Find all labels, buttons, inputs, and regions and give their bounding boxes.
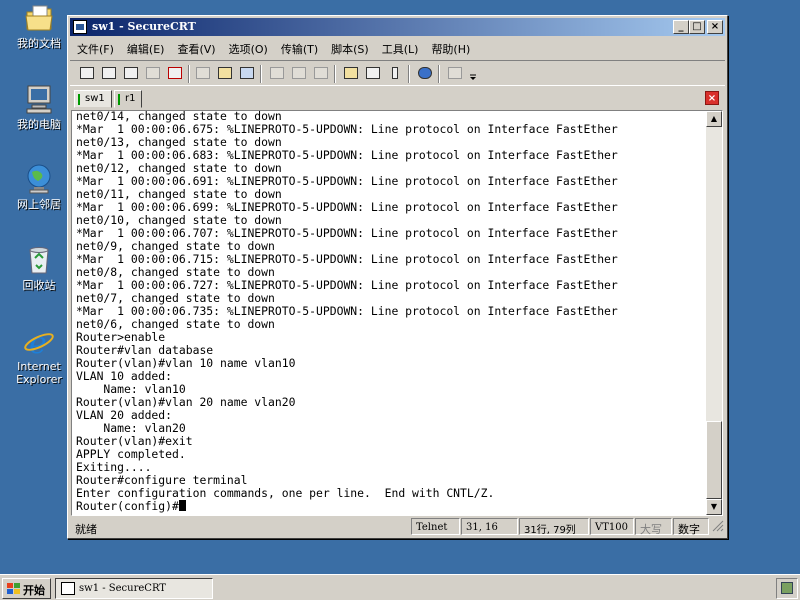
reconnect-icon[interactable] [144, 65, 162, 82]
terminal-line: net0/6, changed state to down [76, 317, 275, 331]
taskbar: 开始 sw1 - SecureCRT [0, 574, 800, 600]
print-selection-icon[interactable] [290, 65, 308, 82]
network-icon [23, 163, 55, 195]
text-cursor [178, 500, 186, 511]
status-size: 31行, 79列 [519, 518, 589, 536]
scroll-down-button[interactable]: ▼ [706, 499, 722, 515]
connected-indicator [78, 94, 80, 105]
toolbar-separator [188, 65, 190, 83]
terminal-line: APPLY completed. [76, 447, 186, 461]
menu-view[interactable]: 查看(V) [170, 38, 221, 57]
menu-script[interactable]: 脚本(S) [324, 38, 375, 57]
minimize-button[interactable]: _ [673, 20, 689, 34]
maximize-button[interactable]: □ [689, 20, 705, 34]
computer-icon [23, 83, 55, 115]
copy-icon[interactable] [194, 65, 212, 82]
ie-icon: e [23, 325, 55, 361]
status-emulation: VT100 [590, 518, 634, 535]
terminal-area[interactable]: net0/14, changed state to down *Mar 1 00:… [71, 110, 723, 516]
system-tray [776, 578, 798, 599]
toolbar-separator [334, 65, 336, 83]
quick-connect-icon[interactable] [100, 65, 118, 82]
connect-in-tab-icon[interactable] [122, 65, 140, 82]
title-bar[interactable]: sw1 - SecureCRT _ □ × [70, 18, 725, 36]
window-title: sw1 - SecureCRT [92, 20, 196, 33]
recycle-bin-icon [23, 244, 55, 276]
print-icon[interactable] [268, 65, 286, 82]
taskbar-item-securecrt[interactable]: sw1 - SecureCRT [55, 578, 213, 599]
desktop-icon-network[interactable]: 网上邻居 [6, 163, 72, 211]
start-button[interactable]: 开始 [2, 578, 51, 599]
desktop-icon-internet-explorer[interactable]: e Internet Explorer [6, 325, 72, 386]
status-ready: 就绪 [75, 523, 97, 536]
desktop-icon-recycle-bin[interactable]: 回收站 [6, 244, 72, 292]
find-icon[interactable] [238, 65, 256, 82]
menu-transfer[interactable]: 传输(T) [274, 38, 324, 57]
resize-grip-icon[interactable] [712, 520, 724, 535]
status-bar: 就绪 Telnet 31, 16 31行, 79列 VT100 大写 数字 [70, 516, 725, 536]
scroll-up-button[interactable]: ▲ [706, 111, 722, 127]
desktop-icon-my-computer[interactable]: 我的电脑 [6, 83, 72, 131]
print-setup-icon[interactable] [312, 65, 330, 82]
folder-icon [23, 2, 55, 34]
session-options-icon[interactable] [342, 65, 360, 82]
terminal-output: net0/14, changed state to down *Mar 1 00:… [76, 111, 708, 513]
menu-bar: 文件(F) 编辑(E) 查看(V) 选项(O) 传输(T) 脚本(S) 工具(L) 帮助(H) [70, 38, 725, 58]
terminal-line: Router(config)# [76, 500, 708, 513]
scroll-thumb[interactable] [706, 421, 722, 499]
toolbar-overflow-icon[interactable] [468, 65, 478, 82]
menu-tools[interactable]: 工具(L) [375, 38, 425, 57]
toolbar [70, 60, 725, 86]
status-protocol: Telnet [411, 518, 460, 535]
help-icon[interactable] [416, 65, 434, 82]
toolbar-separator [260, 65, 262, 83]
menu-help[interactable]: 帮助(H) [424, 38, 476, 57]
session-tabs: sw1 r1 × [70, 88, 725, 108]
menu-file[interactable]: 文件(F) [70, 38, 120, 57]
windows-logo-icon [7, 583, 20, 595]
global-options-icon[interactable] [364, 65, 382, 82]
connected-indicator [118, 94, 120, 105]
connect-icon[interactable] [78, 65, 96, 82]
desktop-icon-my-documents[interactable]: 我的文档 [6, 2, 72, 50]
toolbar-separator [408, 65, 410, 83]
status-caps: 大写 [635, 518, 672, 536]
keymap-icon[interactable] [386, 65, 404, 82]
tab-r1[interactable]: r1 [114, 90, 143, 108]
close-tab-button[interactable]: × [705, 91, 719, 105]
tab-sw1[interactable]: sw1 [74, 90, 112, 108]
vertical-scrollbar[interactable]: ▲ ▼ [706, 111, 722, 515]
app-icon [61, 582, 75, 595]
close-button[interactable]: × [707, 20, 723, 34]
disconnect-icon[interactable] [166, 65, 184, 82]
network-status-icon[interactable] [781, 582, 793, 594]
securecrt-window: sw1 - SecureCRT _ □ × 文件(F) 编辑(E) 查看(V) 选项(… [67, 15, 728, 539]
menu-options[interactable]: 选项(O) [222, 38, 274, 57]
menu-edit[interactable]: 编辑(E) [120, 38, 171, 57]
app-icon [73, 20, 87, 34]
toolbar-separator [438, 65, 440, 83]
status-num: 数字 [673, 518, 709, 536]
paste-icon[interactable] [216, 65, 234, 82]
status-cursor-position: 31, 16 [461, 518, 518, 535]
sftp-icon[interactable] [446, 65, 464, 82]
